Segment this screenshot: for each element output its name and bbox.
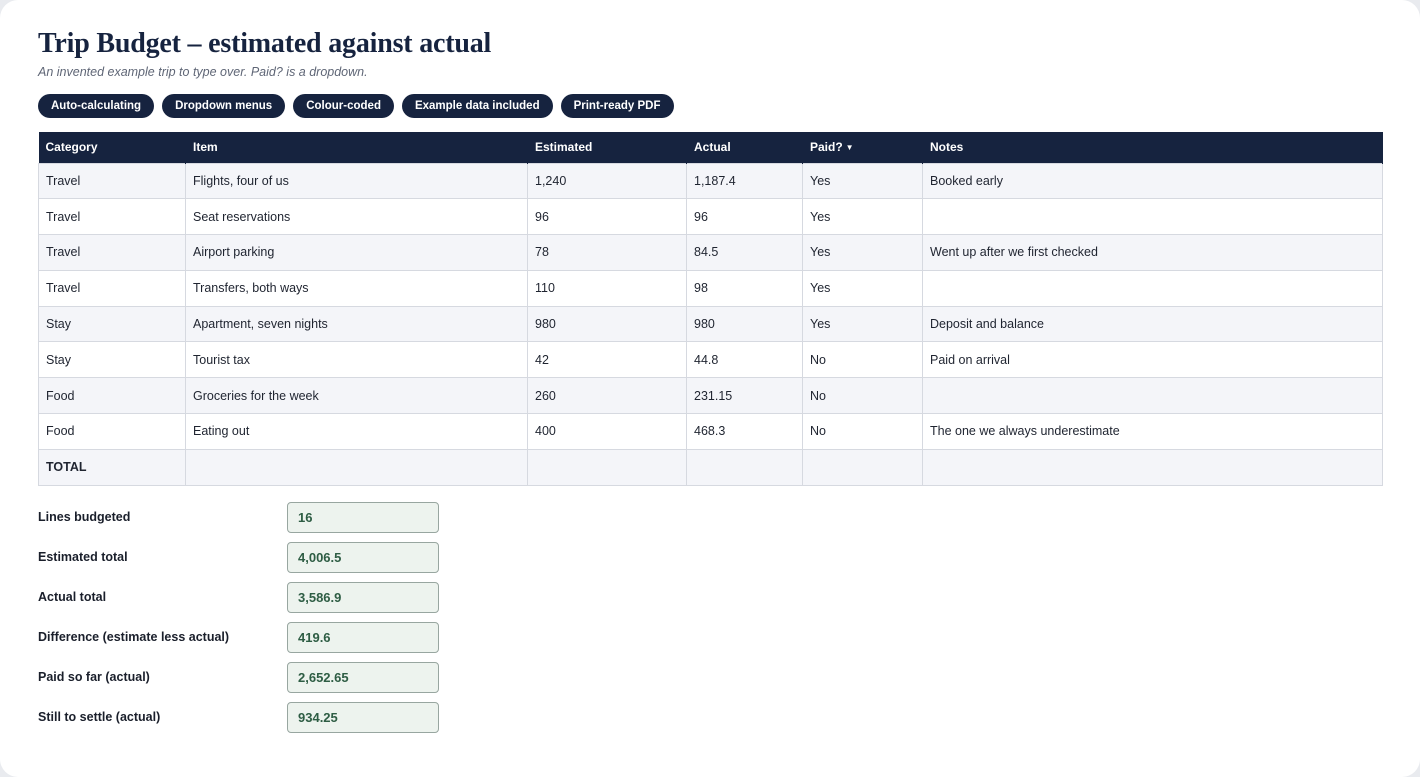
summary-value-field[interactable]: 4,006.5 xyxy=(287,542,439,573)
item-cell[interactable]: Apartment, seven nights xyxy=(185,305,528,343)
table-row: Stay Tourist tax 42 44.8 No Paid on arrival xyxy=(38,341,1383,379)
summary-label: Paid so far (actual) xyxy=(38,670,150,684)
actual-cell[interactable]: 231.15 xyxy=(686,377,803,415)
column-header-notes: Notes xyxy=(922,132,1383,163)
notes-cell[interactable]: Went up after we first checked xyxy=(922,234,1383,271)
notes-cell[interactable] xyxy=(922,269,1383,307)
total-notes-cell[interactable] xyxy=(922,448,1383,486)
notes-cell[interactable]: Paid on arrival xyxy=(922,341,1383,379)
notes-cell[interactable]: Deposit and balance xyxy=(922,305,1383,343)
notes-cell[interactable] xyxy=(922,198,1383,236)
category-cell[interactable]: Travel xyxy=(38,269,186,307)
total-estimated-cell[interactable] xyxy=(527,448,687,486)
total-label: TOTAL xyxy=(38,448,186,486)
feature-pill: Auto-calculating xyxy=(38,94,155,118)
table-row: Travel Flights, four of us 1,240 1,187.4 Yes… xyxy=(38,162,1383,200)
item-cell[interactable]: Tourist tax xyxy=(185,341,528,379)
actual-cell[interactable]: 84.5 xyxy=(686,234,803,271)
estimated-cell[interactable]: 980 xyxy=(527,305,687,343)
table-total-row: TOTAL xyxy=(38,448,1383,486)
budget-table-container: Category Item Estimated Actual Paid? ▼ No… xyxy=(38,132,1383,486)
paid-dropdown-cell[interactable]: No xyxy=(802,341,923,379)
item-cell[interactable]: Airport parking xyxy=(185,234,528,271)
estimated-cell[interactable]: 78 xyxy=(527,234,687,271)
category-cell[interactable]: Stay xyxy=(38,341,186,379)
column-header-category: Category xyxy=(38,132,186,163)
estimated-cell[interactable]: 400 xyxy=(527,413,687,450)
page-subtitle: An invented example trip to type over. P… xyxy=(38,65,368,79)
actual-cell[interactable]: 44.8 xyxy=(686,341,803,379)
category-cell[interactable]: Travel xyxy=(38,162,186,200)
actual-cell[interactable]: 468.3 xyxy=(686,413,803,450)
page-title: Trip Budget – estimated against actual xyxy=(38,28,492,59)
total-actual-cell[interactable] xyxy=(686,448,803,486)
summary-label: Difference (estimate less actual) xyxy=(38,630,230,644)
paid-dropdown-cell[interactable]: Yes xyxy=(802,305,923,343)
column-header-estimated: Estimated xyxy=(527,132,687,163)
summary-label: Actual total xyxy=(38,590,107,604)
estimated-cell[interactable]: 1,240 xyxy=(527,162,687,200)
actual-cell[interactable]: 96 xyxy=(686,198,803,236)
summary-value-field[interactable]: 419.6 xyxy=(287,622,439,653)
total-item-cell[interactable] xyxy=(185,448,528,486)
item-cell[interactable]: Transfers, both ways xyxy=(185,269,528,307)
summary-value-field[interactable]: 3,586.9 xyxy=(287,582,439,613)
item-cell[interactable]: Eating out xyxy=(185,413,528,450)
item-cell[interactable]: Groceries for the week xyxy=(185,377,528,415)
estimated-cell[interactable]: 110 xyxy=(527,269,687,307)
feature-pill: Colour-coded xyxy=(293,94,394,118)
feature-pill: Print-ready PDF xyxy=(560,94,674,118)
category-cell[interactable]: Travel xyxy=(38,198,186,236)
category-cell[interactable]: Travel xyxy=(38,234,186,271)
table-row: Food Groceries for the week 260 231.15 No xyxy=(38,377,1383,415)
estimated-cell[interactable]: 96 xyxy=(527,198,687,236)
estimated-cell[interactable]: 42 xyxy=(527,341,687,379)
item-cell[interactable]: Seat reservations xyxy=(185,198,528,236)
dropdown-caret-icon: ▼ xyxy=(845,143,854,153)
table-row: Travel Airport parking 78 84.5 Yes Went up af… xyxy=(38,234,1383,271)
table-header-row: Category Item Estimated Actual Paid? ▼ No… xyxy=(38,132,1383,163)
estimated-cell[interactable]: 260 xyxy=(527,377,687,415)
column-header-item: Item xyxy=(185,132,528,163)
category-cell[interactable]: Food xyxy=(38,413,186,450)
paid-dropdown-cell[interactable]: No xyxy=(802,413,923,450)
paid-dropdown-cell[interactable]: No xyxy=(802,377,923,415)
notes-cell[interactable]: Booked early xyxy=(922,162,1383,200)
actual-cell[interactable]: 1,187.4 xyxy=(686,162,803,200)
column-header-paid: Paid? ▼ xyxy=(802,132,923,163)
table-row: Travel Seat reservations 96 96 Yes xyxy=(38,198,1383,236)
paid-dropdown-cell[interactable]: Yes xyxy=(802,162,923,200)
actual-cell[interactable]: 98 xyxy=(686,269,803,307)
paid-dropdown-cell[interactable]: Yes xyxy=(802,198,923,236)
notes-cell[interactable]: The one we always underestimate xyxy=(922,413,1383,450)
summary-value-field[interactable]: 934.25 xyxy=(287,702,439,733)
notes-cell[interactable] xyxy=(922,377,1383,415)
actual-cell[interactable]: 980 xyxy=(686,305,803,343)
paid-dropdown-cell[interactable]: Yes xyxy=(802,234,923,271)
budget-table: Category Item Estimated Actual Paid? ▼ No… xyxy=(38,132,1383,486)
category-cell[interactable]: Food xyxy=(38,377,186,415)
summary-value-field[interactable]: 2,652.65 xyxy=(287,662,439,693)
table-row: Stay Apartment, seven nights 980 980 Yes Depo… xyxy=(38,305,1383,343)
budget-sheet: Trip Budget – estimated against actual A… xyxy=(0,0,1420,777)
feature-pills: Auto-calculating Dropdown menus Colour-c… xyxy=(38,94,674,118)
category-cell[interactable]: Stay xyxy=(38,305,186,343)
table-row: Travel Transfers, both ways 110 98 Yes xyxy=(38,269,1383,307)
column-header-paid-label: Paid? xyxy=(810,140,843,155)
table-row: Food Eating out 400 468.3 No The one we alway… xyxy=(38,413,1383,450)
feature-pill: Dropdown menus xyxy=(162,94,286,118)
paid-dropdown-cell[interactable]: Yes xyxy=(802,269,923,307)
total-paid-cell[interactable] xyxy=(802,448,923,486)
item-cell[interactable]: Flights, four of us xyxy=(185,162,528,200)
summary-value-field[interactable]: 16 xyxy=(287,502,439,533)
summary-label: Lines budgeted xyxy=(38,510,131,524)
feature-pill: Example data included xyxy=(401,94,553,118)
column-header-actual: Actual xyxy=(686,132,803,163)
summary-label: Still to settle (actual) xyxy=(38,710,161,724)
summary-label: Estimated total xyxy=(38,550,128,564)
